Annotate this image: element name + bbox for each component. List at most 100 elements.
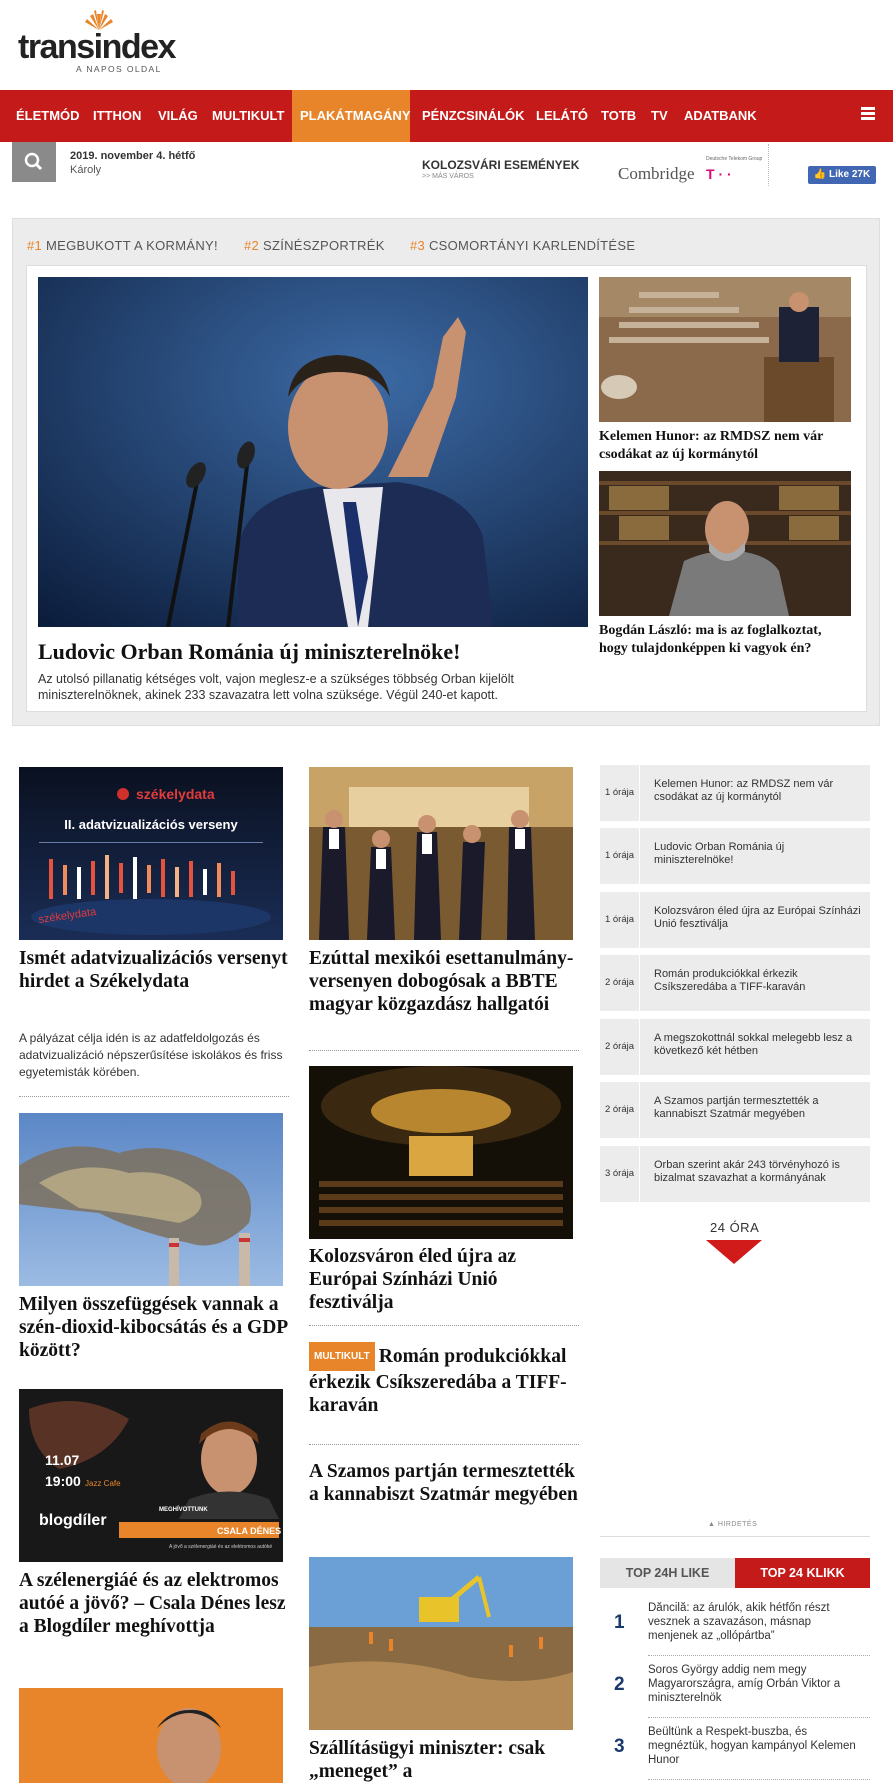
rank-number: 3 (614, 1736, 625, 1757)
hero-image[interactable] (38, 277, 588, 627)
divider (309, 1444, 579, 1445)
article-title[interactable]: Milyen összefüggések vannak a szén-dioxi… (19, 1293, 289, 1362)
trending-label: SZÍNÉSZPORTRÉK (262, 238, 385, 253)
other-city-link[interactable]: >> MÁS VÁROS (422, 173, 474, 180)
more-24h-label[interactable]: 24 ÓRA (710, 1220, 759, 1235)
latest-title: Kelemen Hunor: az RMDSZ nem vár csodákat… (654, 778, 834, 803)
img-date: 11.07 (45, 1452, 79, 1468)
divider (309, 1325, 579, 1326)
article-image[interactable] (19, 1688, 283, 1783)
top-list-item[interactable]: 2 Soros György addig nem megy Magyarorszá… (600, 1656, 870, 1718)
top-list-item[interactable]: 3 Beültünk a Respekt-buszba, és megnéztük… (600, 1718, 870, 1780)
article-image[interactable] (309, 767, 573, 940)
side-story-image[interactable] (599, 471, 851, 616)
article-title[interactable]: Szállításügyi miniszter: csak „meneget” … (309, 1737, 579, 1783)
search-icon (24, 152, 43, 171)
nav-item-penzcsinalok[interactable]: PÉNZCSINÁLÓK (414, 90, 533, 142)
telekom-logo: T · · (706, 166, 732, 182)
img-guest-label: MEGHÍVOTTUNK (159, 1505, 208, 1513)
sun-icon (85, 10, 113, 30)
latest-ago: 1 órája (600, 765, 640, 821)
ad-label: ▲ HIRDETÉS (708, 1521, 758, 1528)
side-story-title[interactable]: Kelemen Hunor: az RMDSZ nem vár csodákat… (599, 428, 851, 464)
nav-item-plakatmagany[interactable]: PLAKÁTMAGÁNY (292, 90, 411, 142)
top-list-title: Dăncilă: az árulók, akik hétfőn részt ve… (648, 1602, 830, 1642)
nav-item-itthon[interactable]: ITTHON (85, 90, 149, 142)
latest-title: Ludovic Orban Románia új miniszterelnöke… (654, 841, 785, 866)
article-title[interactable]: Ezúttal mexikói esettanulmány-versenyen … (309, 947, 579, 1016)
article-image[interactable] (309, 1066, 573, 1239)
latest-item[interactable]: 2 órája A Szamos partján termesztették a … (600, 1082, 870, 1138)
latest-item[interactable]: 1 órája Ludovic Orban Románia új miniszte… (600, 828, 870, 884)
trending-item-3[interactable]: #3 CSOMORTÁNYI KARLENDÍTÉSE (410, 238, 635, 253)
sponsor-logo[interactable]: Combridge (618, 164, 695, 184)
latest-item[interactable]: 1 órája Kelemen Hunor: az RMDSZ nem vár c… (600, 765, 870, 821)
img-time: 19:00 (45, 1473, 81, 1489)
side-story-image[interactable] (599, 277, 851, 422)
article-image[interactable] (309, 1557, 573, 1730)
img-venue: Jazz Cafe (85, 1479, 121, 1488)
article-title[interactable]: MULTIKULT Román produkciókkal érkezik Csí… (309, 1342, 579, 1417)
latest-title: A Szamos partján termesztették a kannabi… (654, 1095, 819, 1120)
nav-item-adatbank[interactable]: ADATBANK (676, 90, 765, 142)
ad-label-text: HIRDETÉS (717, 1521, 758, 1528)
current-date: 2019. november 4. hétfő (70, 150, 196, 162)
menu-icon[interactable] (861, 107, 875, 121)
trending-num: #1 (27, 238, 43, 253)
section-badge[interactable]: MULTIKULT (309, 1342, 375, 1371)
hero-title[interactable]: Ludovic Orban Románia új miniszterelnöke… (38, 639, 461, 665)
tab-top-like[interactable]: TOP 24H LIKE (600, 1558, 735, 1588)
article-title[interactable]: A Szamos partján termesztették a kannabi… (309, 1460, 579, 1506)
facebook-like-button[interactable]: 👍 Like 27K (808, 166, 876, 184)
latest-item[interactable]: 1 órája Kolozsváron éled újra az Európai … (600, 892, 870, 948)
city-events-link[interactable]: KOLOZSVÁRI ESEMÉNYEK (422, 158, 579, 172)
divider (309, 1050, 579, 1051)
nav-item-lelato[interactable]: LELÁTÓ (528, 90, 596, 142)
article-lede: A pályázat célja idén is az adatfeldolgo… (19, 1031, 283, 1079)
latest-item[interactable]: 2 órája Román produkciókkal érkezik Csíks… (600, 955, 870, 1011)
trending-label: CSOMORTÁNYI KARLENDÍTÉSE (428, 238, 636, 253)
divider (768, 144, 769, 186)
img-topic: A jövő a szélenergiáé és az elektromos a… (169, 1544, 272, 1550)
divider (19, 1096, 289, 1097)
trending-label: MEGBUKOTT A KORMÁNY! (45, 238, 218, 253)
nav-item-multikult[interactable]: MULTIKULT (204, 90, 292, 142)
top-list-title: Soros György addig nem megy Magyarország… (648, 1664, 841, 1704)
nav-item-totb[interactable]: TOTB (593, 90, 644, 142)
trending-item-2[interactable]: #2 SZÍNÉSZPORTRÉK (244, 238, 385, 253)
rank-number: 2 (614, 1674, 625, 1695)
fb-like-count: Like 27K (829, 169, 871, 180)
img-caption: II. adatvizualizációs verseny (64, 817, 238, 832)
logo-wordmark: transindex (18, 28, 176, 66)
sub-bar: 2019. november 4. hétfő Károly KOLOZSVÁR… (0, 142, 893, 188)
search-button[interactable] (12, 142, 56, 182)
article-image[interactable] (19, 1113, 283, 1286)
nav-item-vilag[interactable]: VILÁG (150, 90, 206, 142)
article-image[interactable]: 11.07 19:00 Jazz Cafe blogdíler MEGHÍVOT… (19, 1389, 283, 1562)
article-title[interactable]: A szélenergiáé és az elektromos autóé a … (19, 1569, 289, 1638)
szekelydata-logo-icon (117, 788, 129, 800)
article-image[interactable]: székelydata II. adatvizualizációs versen… (19, 767, 283, 940)
divider (648, 1779, 870, 1780)
article-title[interactable]: Kolozsváron éled újra az Európai Színház… (309, 1245, 579, 1314)
latest-title: Orban szerint akár 243 törvényhozó is bi… (654, 1159, 840, 1184)
sponsor-group-label: Deutsche Telekom Group (706, 156, 763, 162)
trending-item-1[interactable]: #1 MEGBUKOTT A KORMÁNY! (27, 238, 218, 253)
logo-tagline: A NAPOS OLDAL (76, 64, 162, 74)
side-story-title[interactable]: Bogdán László: ma is az foglalkoztat, ho… (599, 622, 851, 658)
img-guest: CSALA DÉNES (217, 1526, 281, 1536)
arrow-down-icon[interactable] (706, 1240, 762, 1264)
latest-item[interactable]: 3 órája Orban szerint akár 243 törvényhoz… (600, 1146, 870, 1202)
nav-item-eletmod[interactable]: ÉLETMÓD (8, 90, 88, 142)
rank-number: 1 (614, 1612, 625, 1633)
latest-ago: 2 órája (600, 1019, 640, 1075)
tab-top-click[interactable]: TOP 24 KLIKK (735, 1558, 870, 1588)
top-list-item[interactable]: 1 Dăncilă: az árulók, akik hétfőn részt v… (600, 1594, 870, 1656)
site-logo[interactable]: transindex A NAPOS OLDAL (18, 8, 178, 74)
latest-item[interactable]: 2 órája A megszokottnál sokkal melegebb l… (600, 1019, 870, 1075)
nav-item-tv[interactable]: TV (643, 90, 676, 142)
thumbs-up-icon: 👍 (813, 169, 827, 180)
article-title[interactable]: Ismét adatvizualizációs versenyt hirdet … (19, 947, 289, 993)
img-brand: székelydata (136, 786, 215, 802)
main-nav: ÉLETMÓD ITTHON VILÁG MULTIKULT PLAKÁTMAG… (0, 90, 893, 142)
